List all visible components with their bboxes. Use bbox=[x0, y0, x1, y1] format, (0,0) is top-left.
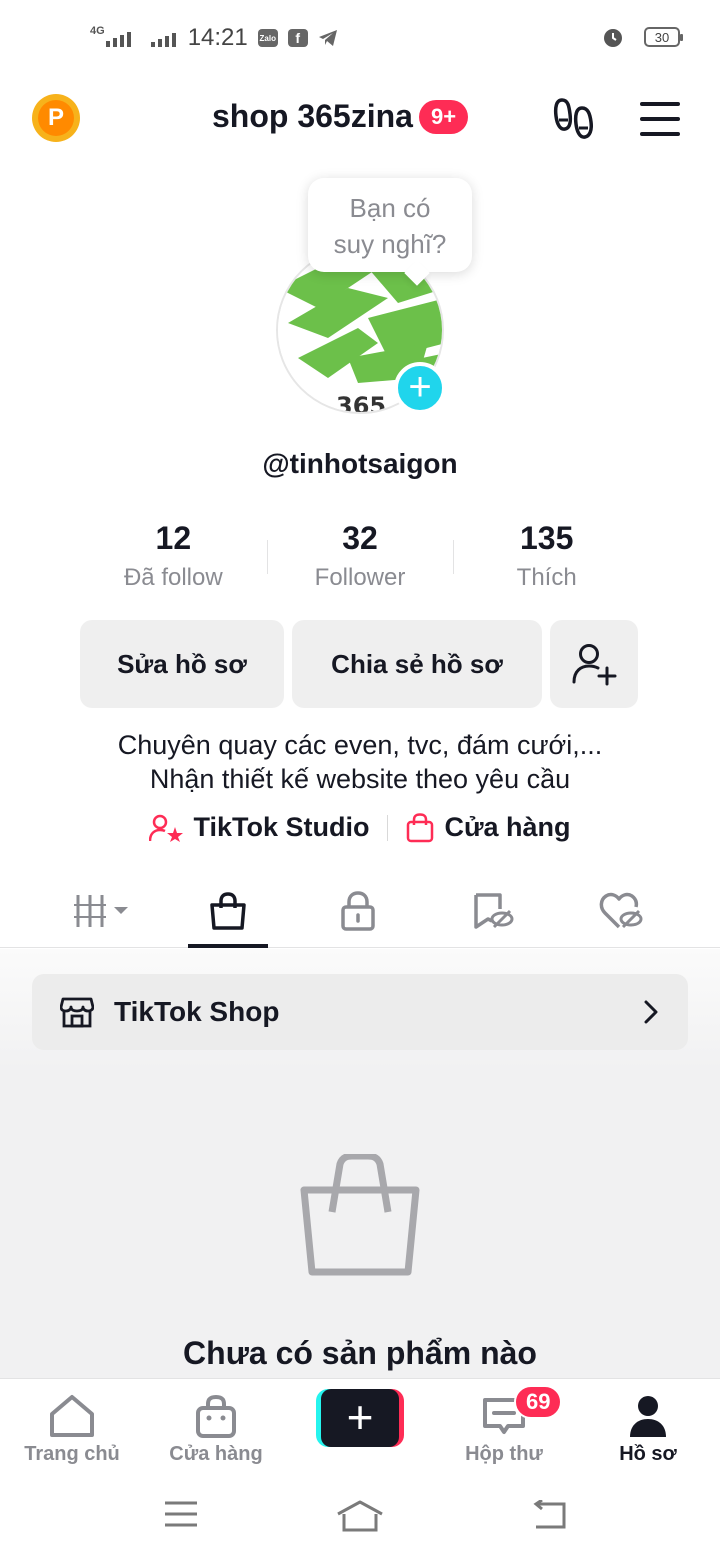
network-label: 4G bbox=[90, 25, 105, 37]
footprints-icon[interactable] bbox=[552, 96, 600, 142]
stat-label: Thích bbox=[516, 564, 577, 591]
link-divider bbox=[387, 814, 389, 841]
nav-home-label: Trang chủ bbox=[24, 1443, 120, 1465]
stat-value: 32 bbox=[342, 520, 378, 556]
user-star-icon bbox=[149, 814, 184, 842]
system-home-icon[interactable] bbox=[336, 1500, 384, 1532]
signal-icon-2 bbox=[150, 29, 176, 47]
shop-card-label: TikTok Shop bbox=[114, 996, 280, 1027]
profile-actions: Sửa hồ sơ Chia sẻ hồ sơ bbox=[80, 620, 638, 708]
clock: 14:21 bbox=[187, 24, 248, 51]
active-tab-indicator bbox=[188, 944, 268, 948]
lock-icon bbox=[341, 891, 375, 931]
battery-icon: 30 bbox=[644, 27, 683, 47]
store-link[interactable]: Cửa hàng bbox=[406, 812, 571, 843]
status-right: 30 bbox=[602, 26, 683, 48]
storefront-icon bbox=[60, 997, 94, 1028]
stat-label: Đã follow bbox=[123, 564, 223, 591]
profile-icon bbox=[630, 1396, 666, 1437]
signal-icon: 4G bbox=[90, 25, 131, 47]
store-label: Cửa hàng bbox=[444, 812, 571, 842]
nav-inbox[interactable]: 69 Hộp thư bbox=[434, 1385, 574, 1466]
tab-liked[interactable] bbox=[582, 886, 662, 936]
nav-profile[interactable]: Hồ sơ bbox=[578, 1393, 718, 1466]
store-bag-icon bbox=[196, 1394, 236, 1438]
back-icon[interactable] bbox=[530, 1500, 568, 1530]
create-button[interactable]: + bbox=[316, 1389, 404, 1447]
add-user-icon bbox=[572, 644, 617, 686]
coin-icon[interactable]: P bbox=[32, 94, 80, 142]
facebook-icon: f bbox=[287, 29, 308, 47]
stat-label: Follower bbox=[314, 564, 406, 591]
bio-line-1: Chuyên quay các even, tvc, đám cưới,... bbox=[117, 730, 603, 760]
telegram-icon bbox=[318, 30, 337, 46]
account-title: shop 365zina bbox=[212, 98, 413, 134]
profile-tabs bbox=[0, 876, 720, 948]
shop-tab-content: TikTok Shop Chưa có sản phẩm nào bbox=[0, 949, 720, 1379]
stat-followers[interactable]: 32 Follower bbox=[266, 518, 454, 608]
add-friend-button[interactable] bbox=[550, 620, 638, 708]
status-left: 4G 14:21 Zalo f bbox=[90, 24, 338, 52]
username: @tinhotsaigon bbox=[262, 448, 458, 479]
shopping-bag-icon bbox=[210, 892, 246, 930]
bottom-nav: Trang chủ Cửa hàng + 69 Hộp thư Hồ sơ bbox=[0, 1378, 720, 1478]
nav-profile-label: Hồ sơ bbox=[619, 1443, 677, 1465]
add-avatar-button[interactable]: + bbox=[394, 362, 446, 414]
profile-header: P shop 365zina 9+ bbox=[0, 78, 720, 162]
stat-value: 135 bbox=[519, 520, 574, 556]
avatar-text: 365 bbox=[336, 392, 386, 414]
menu-icon[interactable] bbox=[640, 102, 680, 136]
edit-profile-button[interactable]: Sửa hồ sơ bbox=[80, 620, 284, 708]
thought-bubble[interactable]: Bạn có suy nghĩ? bbox=[308, 178, 472, 272]
tiktok-shop-card[interactable]: TikTok Shop bbox=[32, 974, 688, 1050]
recents-icon[interactable] bbox=[164, 1500, 198, 1528]
zalo-icon: Zalo bbox=[257, 29, 278, 47]
bookmark-hidden-icon bbox=[474, 893, 514, 929]
nav-store[interactable]: Cửa hàng bbox=[146, 1393, 286, 1466]
home-icon bbox=[50, 1395, 94, 1437]
profile-links: TikTok Studio Cửa hàng bbox=[0, 812, 720, 843]
share-profile-button[interactable]: Chia sẻ hồ sơ bbox=[292, 620, 542, 708]
bubble-line-2: suy nghĩ? bbox=[333, 229, 447, 259]
status-bar: 4G 14:21 Zalo f 30 bbox=[0, 0, 720, 78]
stat-value: 12 bbox=[155, 520, 192, 556]
empty-bag-icon bbox=[300, 1154, 420, 1276]
account-switcher[interactable]: shop 365zina 9+ bbox=[212, 98, 469, 135]
tab-shop[interactable] bbox=[188, 886, 268, 936]
tab-reposts[interactable] bbox=[452, 886, 532, 936]
profile-stats: 12 Đã follow 32 Follower 135 Thích bbox=[80, 518, 640, 608]
tab-videos[interactable] bbox=[64, 886, 144, 936]
nav-store-label: Cửa hàng bbox=[169, 1443, 263, 1465]
tab-private[interactable] bbox=[318, 886, 398, 936]
profile-bio: Chuyên quay các even, tvc, đám cưới,... … bbox=[0, 728, 720, 796]
nav-home[interactable]: Trang chủ bbox=[2, 1393, 142, 1466]
create-plus-icon: + bbox=[321, 1389, 399, 1447]
stat-likes[interactable]: 135 Thích bbox=[453, 518, 640, 608]
stat-following[interactable]: 12 Đã follow bbox=[80, 518, 267, 608]
heart-hidden-icon bbox=[599, 892, 643, 929]
tiktok-studio-label: TikTok Studio bbox=[193, 812, 370, 842]
system-nav-bar bbox=[0, 1478, 720, 1560]
nav-inbox-label: Hộp thư bbox=[465, 1443, 543, 1465]
inbox-badge: 69 bbox=[514, 1385, 563, 1419]
notification-badge: 9+ bbox=[418, 99, 469, 134]
chevron-right-icon bbox=[644, 1000, 658, 1024]
empty-state-text: Chưa có sản phẩm nào bbox=[183, 1335, 537, 1371]
shopping-bag-icon bbox=[407, 812, 434, 842]
grid-icon bbox=[74, 895, 128, 927]
alarm-icon bbox=[604, 29, 622, 47]
bubble-line-1: Bạn có bbox=[349, 193, 431, 223]
tiktok-studio-link[interactable]: TikTok Studio bbox=[149, 812, 369, 843]
bio-line-2: Nhận thiết kế website theo yêu cầu bbox=[149, 764, 571, 794]
